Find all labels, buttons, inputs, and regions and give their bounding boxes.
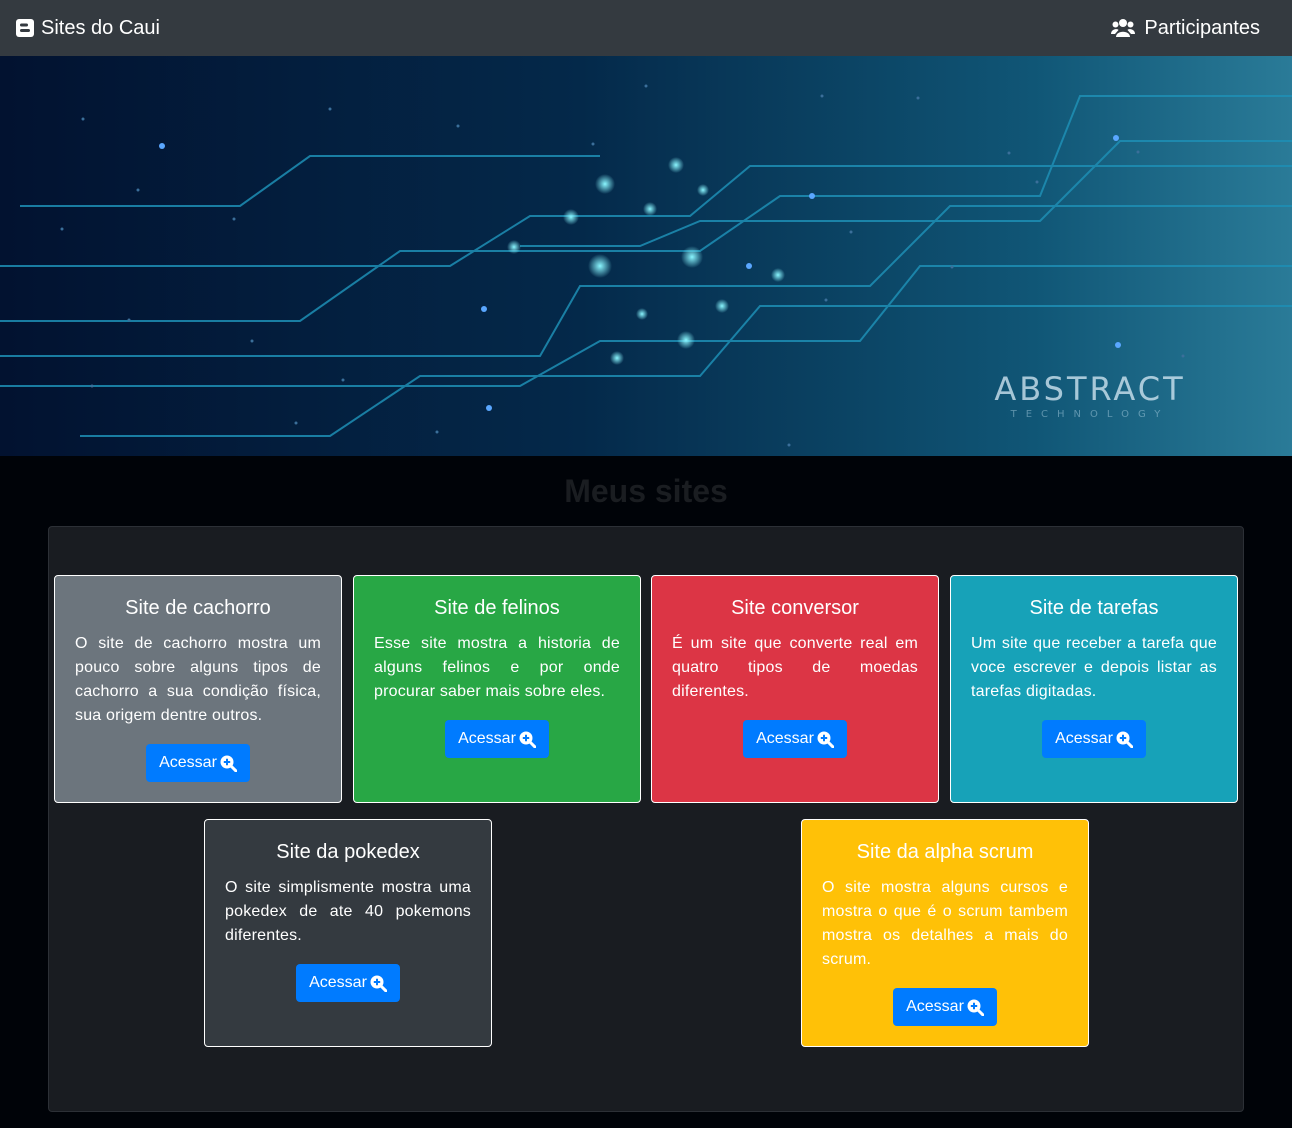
- users-icon: [1111, 19, 1136, 37]
- site-card-cachorro: Site de cachorro O site de cachorro most…: [54, 575, 342, 803]
- search-plus-icon: [817, 731, 834, 748]
- section-title: Meus sites: [564, 473, 728, 509]
- sites-panel: Site de cachorro O site de cachorro most…: [48, 526, 1244, 1112]
- access-button-alpha-scrum[interactable]: Acessar: [893, 988, 997, 1026]
- hero-logo-text: ABSTRACT: [994, 370, 1185, 408]
- card-title: Site de cachorro: [125, 597, 271, 619]
- access-button-label: Acessar: [906, 998, 964, 1015]
- card-title: Site conversor: [731, 597, 859, 619]
- card-text: Um site que receber a tarefa que voce es…: [971, 635, 1217, 700]
- search-plus-icon: [519, 731, 536, 748]
- site-card-tarefas: Site de tarefas Um site que receber a ta…: [950, 575, 1238, 803]
- navbar: Sites do Caui Participantes: [0, 0, 1292, 56]
- card-title: Site da alpha scrum: [856, 841, 1034, 863]
- card-text: O site mostra alguns cursos e mostra o q…: [822, 879, 1068, 968]
- card-title: Site de felinos: [434, 597, 560, 619]
- search-plus-icon: [370, 975, 387, 992]
- site-card-pokedex: Site da pokedex O site simplismente most…: [204, 819, 492, 1047]
- site-card-alpha-scrum: Site da alpha scrum O site mostra alguns…: [801, 819, 1089, 1047]
- participants-link[interactable]: Participantes: [1111, 17, 1260, 40]
- card-title: Site de tarefas: [1029, 597, 1159, 619]
- participants-label: Participantes: [1144, 16, 1260, 39]
- access-button-label: Acessar: [309, 974, 367, 991]
- site-card-conversor: Site conversor É um site que converte re…: [651, 575, 939, 803]
- card-text: Esse site mostra a historia de alguns fe…: [374, 635, 620, 700]
- blogger-icon: [16, 19, 34, 37]
- access-button-cachorro[interactable]: Acessar: [146, 744, 250, 782]
- access-button-label: Acessar: [1055, 730, 1113, 747]
- card-text: O site simplismente mostra uma pokedex d…: [225, 879, 471, 944]
- access-button-label: Acessar: [756, 730, 814, 747]
- access-button-label: Acessar: [458, 730, 516, 747]
- card-title: Site da pokedex: [276, 841, 420, 863]
- search-plus-icon: [967, 999, 984, 1016]
- site-card-felinos: Site de felinos Esse site mostra a histo…: [353, 575, 641, 803]
- card-text: O site de cachorro mostra um pouco sobre…: [75, 635, 321, 724]
- hero-logo-subtext: TECHNOLOGY: [1010, 409, 1170, 420]
- access-button-pokedex[interactable]: Acessar: [296, 964, 400, 1002]
- brand-label: Sites do Caui: [41, 16, 160, 39]
- access-button-felinos[interactable]: Acessar: [445, 720, 549, 758]
- access-button-conversor[interactable]: Acessar: [743, 720, 847, 758]
- access-button-label: Acessar: [159, 754, 217, 771]
- search-plus-icon: [1116, 731, 1133, 748]
- search-plus-icon: [220, 755, 237, 772]
- hero-banner: ABSTRACT TECHNOLOGY: [0, 56, 1292, 456]
- brand-link[interactable]: Sites do Caui: [16, 17, 160, 40]
- card-text: É um site que converte real em quatro ti…: [672, 635, 918, 700]
- access-button-tarefas[interactable]: Acessar: [1042, 720, 1146, 758]
